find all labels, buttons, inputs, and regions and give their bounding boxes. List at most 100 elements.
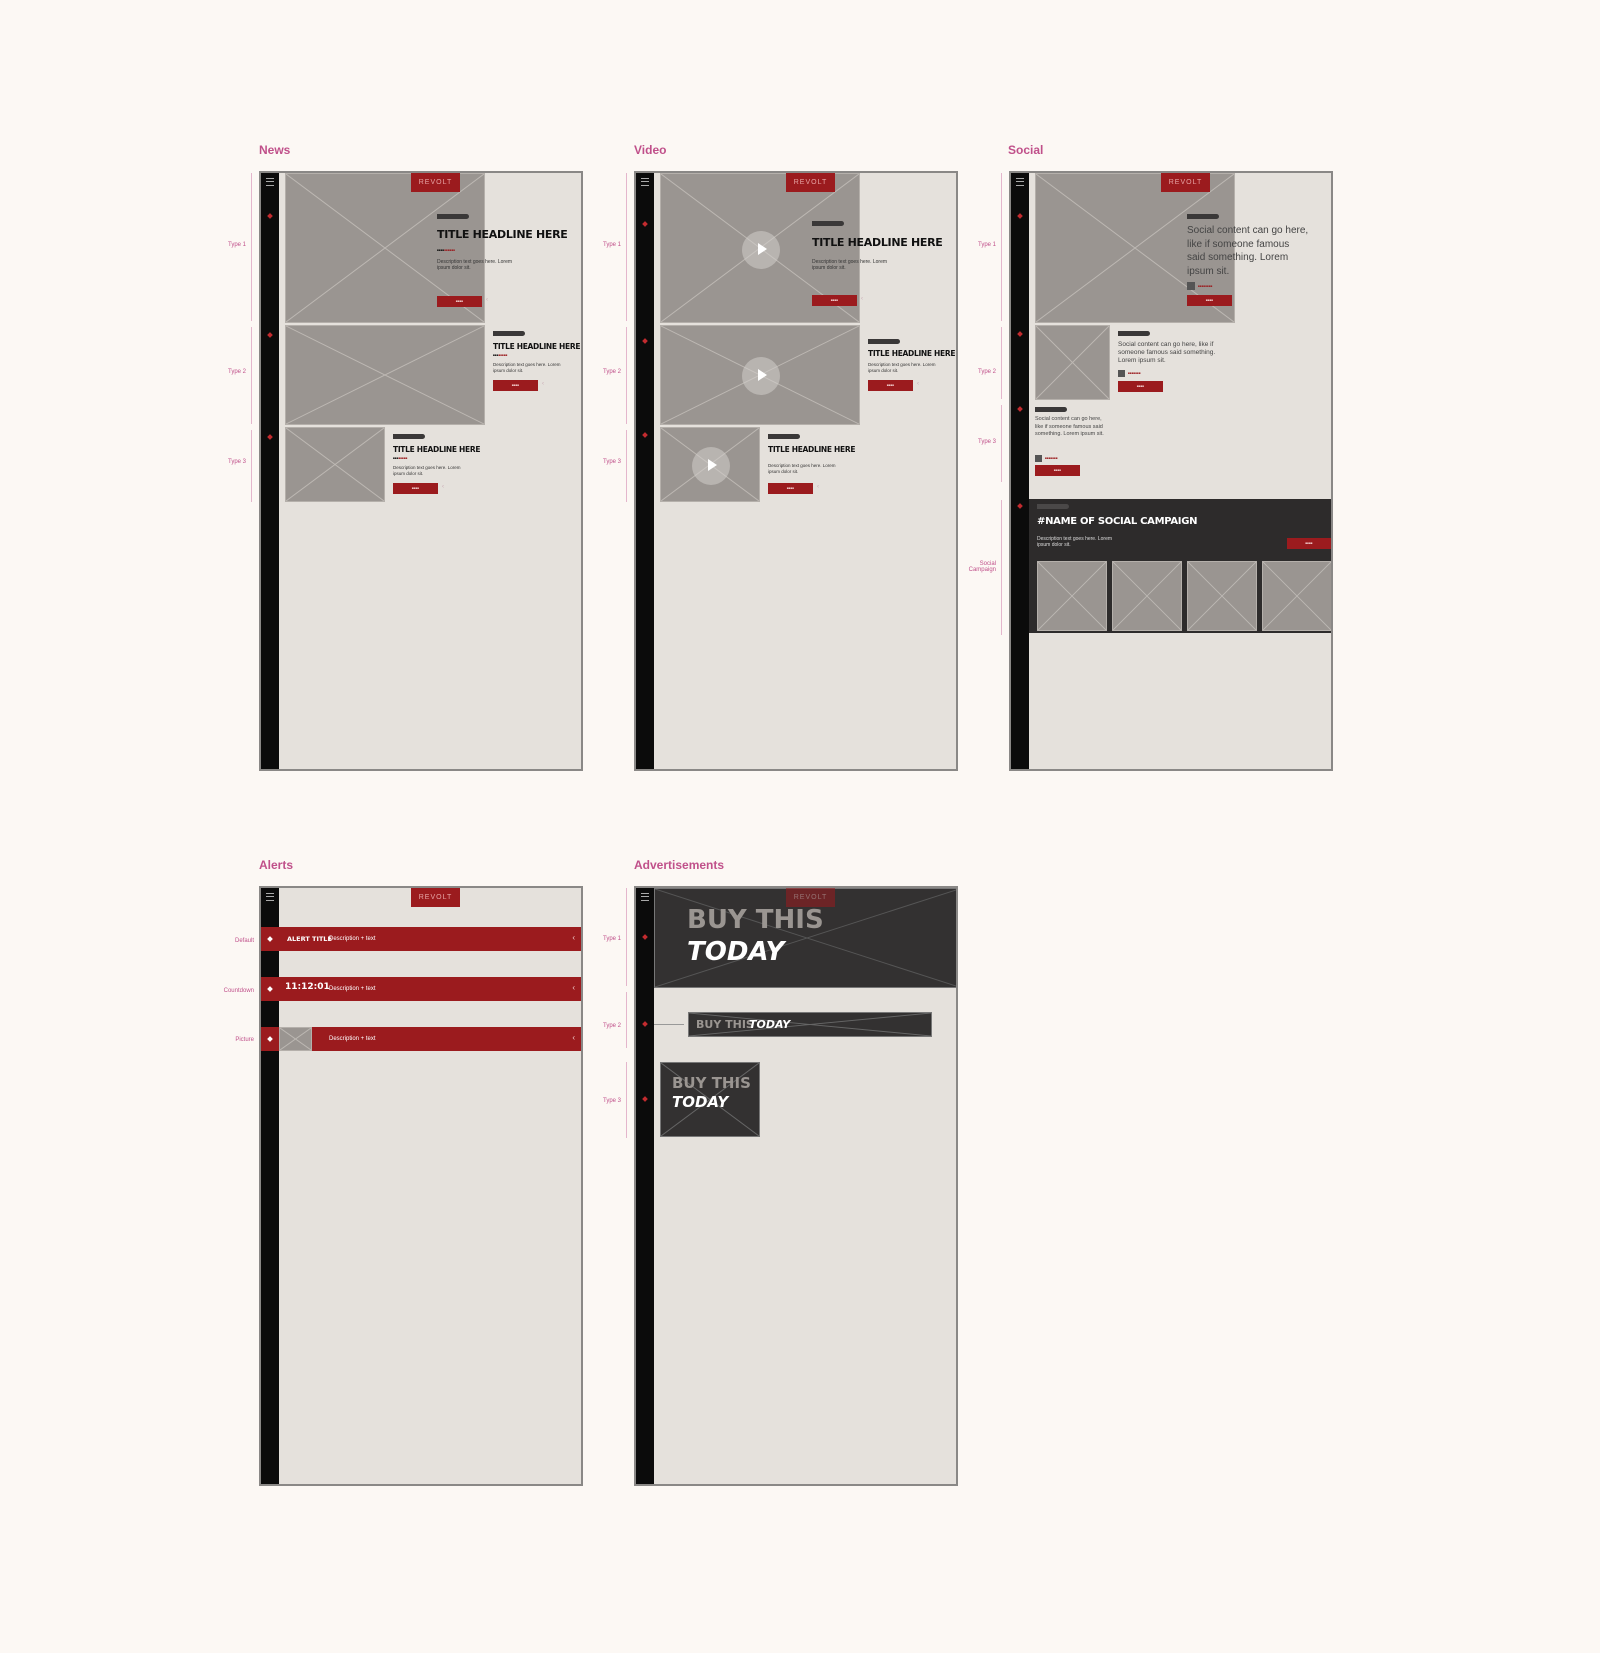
label-type1: Type 1 [602, 242, 621, 248]
alert-marker-bg [261, 927, 279, 951]
topic-tag [768, 434, 800, 439]
article-image[interactable] [285, 325, 485, 425]
section-title-news: News [259, 143, 291, 157]
label-type3: Type 3 [977, 439, 996, 445]
chevron-left-icon[interactable]: ‹ [542, 381, 544, 387]
ad-line1: BUY THIS [672, 1074, 751, 1092]
alert-marker-icon [267, 936, 273, 942]
label-type1: Type 1 [602, 936, 621, 942]
alert-default[interactable]: ALERT TITLE Description + text ‹ [279, 927, 581, 951]
chevron-left-icon[interactable]: ‹ [861, 296, 863, 302]
article-image[interactable] [285, 427, 385, 502]
avatar [1118, 370, 1125, 377]
social-handle: ■■■■■■■ [1128, 371, 1141, 375]
social-handle: ■■■■■■■■ [1198, 284, 1213, 288]
bracket-line [626, 173, 627, 321]
campaign-button[interactable]: ■■■■ [1287, 538, 1331, 549]
alerts-frame: REVOLT ALERT TITLE Description + text ‹ … [259, 886, 583, 1486]
revolt-logo[interactable]: REVOLT [411, 173, 460, 192]
topic-tag [1187, 214, 1219, 219]
chevron-left-icon[interactable]: ‹ [917, 381, 919, 387]
topic-tag [812, 221, 844, 226]
topic-tag [437, 214, 469, 219]
menu-icon[interactable] [1016, 178, 1024, 186]
headline[interactable]: TITLE HEADLINE HERE [437, 228, 568, 241]
headline[interactable]: TITLE HEADLINE HERE [868, 349, 955, 358]
section-title-social: Social [1008, 143, 1044, 157]
ad-line2: TODAY [687, 937, 785, 967]
watch-button[interactable]: ■■■■ [868, 380, 913, 391]
campaign-image[interactable] [1037, 561, 1107, 631]
menu-icon[interactable] [266, 178, 274, 186]
bracket-line [1001, 173, 1002, 321]
read-more-button[interactable]: ■■■■ [493, 380, 538, 391]
chevron-left-icon[interactable]: ‹ [486, 297, 488, 303]
social-image[interactable] [1035, 325, 1110, 400]
campaign-image[interactable] [1112, 561, 1182, 631]
ad-banner-type3[interactable]: BUY THIS TODAY [660, 1062, 760, 1137]
label-type1: Type 1 [977, 242, 996, 248]
video-thumbnail[interactable] [660, 427, 760, 502]
campaign-title[interactable]: #NAME OF SOCIAL CAMPAIGN [1037, 516, 1198, 527]
watch-button[interactable]: ■■■■ [812, 295, 857, 306]
sidebar [261, 173, 279, 769]
label-type3: Type 3 [602, 459, 621, 465]
sidebar [636, 173, 654, 769]
alert-countdown[interactable]: 11:12:01 Description + text ‹ [279, 977, 581, 1001]
chevron-left-icon[interactable]: ‹ [572, 933, 575, 942]
description: Description text goes here. Lorem ipsum … [393, 465, 461, 476]
headline[interactable]: TITLE HEADLINE HERE [812, 236, 943, 249]
read-more-button[interactable]: ■■■■ [437, 296, 482, 307]
social-quote: Social content can go here, like if some… [1187, 225, 1309, 277]
headline[interactable]: TITLE HEADLINE HERE [393, 445, 480, 454]
headline[interactable]: TITLE HEADLINE HERE [768, 445, 855, 454]
watch-button[interactable]: ■■■■ [768, 483, 813, 494]
ad-line2: TODAY [672, 1093, 729, 1111]
alert-marker-icon [267, 986, 273, 992]
headline[interactable]: TITLE HEADLINE HERE [493, 342, 580, 351]
ads-frame: BUY THIS TODAY REVOLT BUY THIS TODAY BUY… [634, 886, 958, 1486]
revolt-logo[interactable]: REVOLT [411, 888, 460, 907]
byline: ■■■■■■■■ [393, 456, 408, 460]
play-icon[interactable] [742, 357, 780, 395]
social-button[interactable]: ■■■■ [1035, 465, 1080, 476]
description: Description text goes here. Lorem ipsum … [812, 259, 888, 271]
connector-line [654, 1024, 684, 1025]
menu-icon[interactable] [641, 178, 649, 186]
section-title-advertisements: Advertisements [634, 858, 725, 872]
revolt-logo[interactable]: REVOLT [1161, 173, 1210, 192]
chevron-left-icon[interactable]: ‹ [572, 983, 575, 992]
play-icon[interactable] [692, 447, 730, 485]
label-countdown: Countdown [223, 988, 254, 994]
play-icon[interactable] [742, 231, 780, 269]
read-more-button[interactable]: ■■■■ [393, 483, 438, 494]
alert-title: ALERT TITLE [287, 935, 332, 943]
social-handle: ■■■■■■■ [1045, 456, 1058, 460]
social-button[interactable]: ■■■■ [1118, 381, 1163, 392]
label-type3: Type 3 [602, 1098, 621, 1104]
alert-picture[interactable]: Description + text ‹ [279, 1027, 581, 1051]
countdown-timer: 11:12:01 [285, 982, 330, 992]
menu-icon[interactable] [266, 893, 274, 901]
ad-banner-type2[interactable]: BUY THIS TODAY [688, 1012, 932, 1037]
revolt-logo[interactable]: REVOLT [786, 173, 835, 192]
campaign-image[interactable] [1187, 561, 1257, 631]
byline: ■■■■■■■■■■ [437, 248, 456, 252]
video-thumbnail[interactable] [660, 325, 860, 425]
campaign-image[interactable] [1262, 561, 1331, 631]
topic-tag [393, 434, 425, 439]
menu-icon[interactable] [641, 893, 649, 901]
ad-line2: TODAY [749, 1018, 791, 1031]
chevron-left-icon[interactable]: ‹ [572, 1033, 575, 1042]
bracket-line [626, 992, 627, 1048]
bracket-line [251, 173, 252, 321]
avatar [1035, 455, 1042, 462]
chevron-left-icon[interactable]: ‹ [817, 484, 819, 490]
alert-description: Description + text [329, 936, 376, 942]
sidebar [1011, 173, 1029, 769]
chevron-left-icon[interactable]: ‹ [442, 484, 444, 490]
alert-description: Description + text [329, 1036, 376, 1042]
revolt-logo[interactable]: REVOLT [786, 888, 835, 907]
social-campaign-panel: #NAME OF SOCIAL CAMPAIGN Description tex… [1029, 499, 1331, 633]
social-button[interactable]: ■■■■ [1187, 295, 1232, 306]
